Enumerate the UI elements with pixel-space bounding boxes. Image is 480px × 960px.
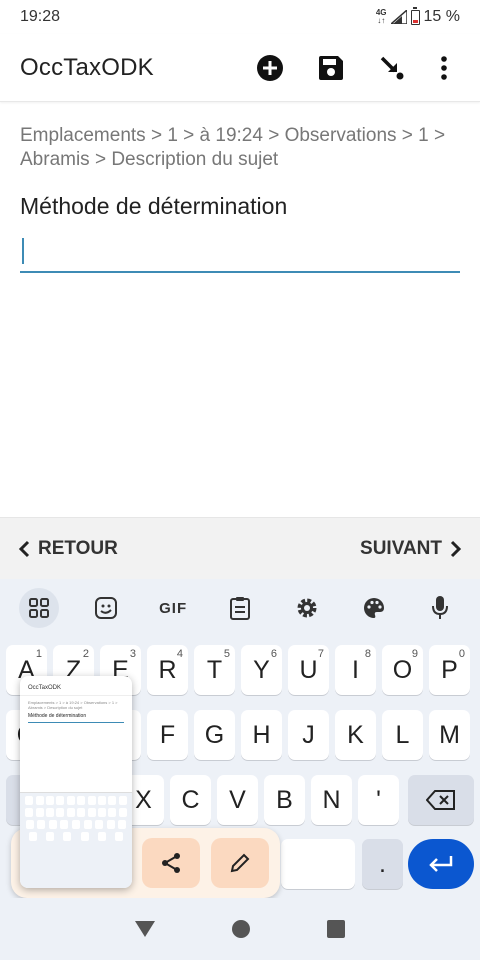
- gif-label: GIF: [159, 599, 188, 617]
- add-circle-icon: [257, 54, 283, 81]
- key-period[interactable]: .: [362, 839, 403, 889]
- next-button-label: SUIVANT: [360, 537, 442, 559]
- key-n[interactable]: N: [311, 775, 352, 825]
- enter-key[interactable]: [408, 839, 474, 889]
- overflow-menu-button[interactable]: [428, 52, 460, 84]
- apps-grid-button[interactable]: [19, 588, 60, 628]
- screenshot-thumbnail[interactable]: OccTaxODK Emplacements > 1 > à 19:24 > O…: [20, 676, 132, 888]
- save-button[interactable]: [315, 52, 347, 84]
- share-screenshot-button[interactable]: [142, 838, 200, 888]
- goto-button[interactable]: [376, 52, 408, 84]
- more-vert-icon: [441, 55, 447, 80]
- save-icon: [319, 55, 343, 80]
- text-cursor: [22, 238, 24, 264]
- enter-arrow-icon: [429, 856, 453, 872]
- next-button[interactable]: SUIVANT: [360, 538, 462, 560]
- key-apostrophe[interactable]: ': [358, 775, 399, 825]
- key-c[interactable]: C: [170, 775, 211, 825]
- share-icon: [162, 853, 180, 873]
- key-v[interactable]: V: [217, 775, 258, 825]
- voice-input-button[interactable]: [420, 588, 460, 628]
- clipboard-button[interactable]: [220, 588, 260, 628]
- question-label: Méthode de détermination: [20, 193, 288, 219]
- edit-screenshot-button[interactable]: [211, 838, 269, 888]
- key-y[interactable]: Y6: [241, 645, 282, 695]
- back-button[interactable]: RETOUR: [18, 538, 118, 560]
- thumbnail-breadcrumb: Emplacements > 1 > à 19:24 > Observation…: [28, 700, 118, 710]
- key-u[interactable]: U7: [288, 645, 329, 695]
- settings-button[interactable]: [287, 588, 327, 628]
- thumbnail-title: OccTaxODK: [20, 676, 132, 696]
- space-key[interactable]: [281, 839, 355, 889]
- chevron-right-icon: [450, 540, 462, 557]
- palette-icon: [363, 598, 384, 618]
- network-type-indicator: 4G ↓↑: [375, 8, 387, 25]
- gif-button[interactable]: GIF: [153, 588, 193, 628]
- status-time: 19:28: [20, 8, 61, 25]
- key-m[interactable]: M: [429, 710, 470, 760]
- sticker-button[interactable]: [86, 588, 126, 628]
- back-triangle-icon[interactable]: [134, 919, 156, 939]
- key-f[interactable]: F: [147, 710, 188, 760]
- signal-icon: [390, 10, 407, 24]
- clipboard-icon: [229, 597, 250, 620]
- microphone-icon: [432, 596, 449, 619]
- answer-text-field[interactable]: [20, 232, 460, 273]
- goto-icon: [380, 56, 404, 79]
- home-circle-icon[interactable]: [231, 919, 251, 939]
- backspace-icon: [426, 790, 455, 810]
- app-bar: OccTaxODK: [0, 34, 480, 102]
- settings-gear-icon: [297, 598, 317, 618]
- app-title: OccTaxODK: [20, 53, 154, 81]
- system-navigation-bar: [0, 898, 480, 960]
- thumbnail-input-line: [28, 722, 124, 723]
- key-g[interactable]: G: [194, 710, 235, 760]
- back-button-label: RETOUR: [38, 537, 118, 559]
- theme-button[interactable]: [354, 588, 394, 628]
- thumbnail-keyboard: [20, 792, 132, 888]
- key-r[interactable]: R4: [147, 645, 188, 695]
- battery-icon: [410, 6, 420, 25]
- battery-level: 15 %: [423, 8, 460, 25]
- key-k[interactable]: K: [335, 710, 376, 760]
- thumbnail-question: Méthode de détermination: [28, 713, 87, 719]
- key-t[interactable]: T5: [194, 645, 235, 695]
- key-j[interactable]: J: [288, 710, 329, 760]
- sticker-icon: [95, 597, 118, 619]
- breadcrumb: Emplacements > 1 > à 19:24 > Observation…: [20, 125, 446, 170]
- add-repeat-button[interactable]: [254, 52, 286, 84]
- key-o[interactable]: O9: [382, 645, 423, 695]
- key-l[interactable]: L: [382, 710, 423, 760]
- chevron-left-icon: [18, 540, 30, 557]
- status-icons: 4G ↓↑ 15 %: [375, 6, 460, 26]
- key-p[interactable]: P0: [429, 645, 470, 695]
- recents-square-icon[interactable]: [326, 919, 346, 939]
- backspace-key[interactable]: [408, 775, 474, 825]
- key-h[interactable]: H: [241, 710, 282, 760]
- status-bar: 19:28 4G ↓↑ 15 %: [0, 0, 480, 34]
- form-navigation-bar: RETOUR SUIVANT: [0, 517, 480, 579]
- edit-pencil-icon: [230, 853, 250, 873]
- key-i[interactable]: I8: [335, 645, 376, 695]
- keyboard-toolbar: GIF: [0, 579, 480, 637]
- key-b[interactable]: B: [264, 775, 305, 825]
- apps-grid-icon: [29, 598, 50, 618]
